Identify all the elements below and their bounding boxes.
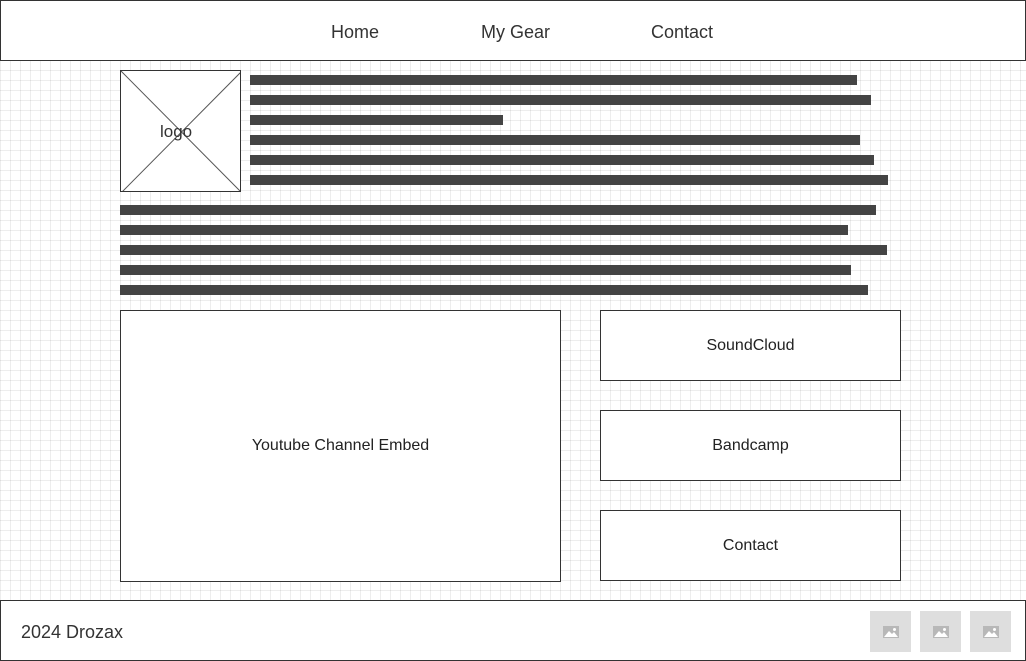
nav-home-link[interactable]: Home [331, 21, 379, 43]
text-line-placeholder [250, 175, 888, 185]
nav-my-gear-link[interactable]: My Gear [481, 21, 550, 43]
contact-label: Contact [722, 536, 779, 554]
contact-link-box[interactable]: Contact [600, 510, 901, 581]
image-icon [932, 625, 949, 638]
soundcloud-link-box[interactable]: SoundCloud [600, 310, 901, 381]
header-nav-bar: Home My Gear Contact [0, 0, 1026, 61]
footer: 2024 Drozax [0, 600, 1026, 661]
bandcamp-label: Bandcamp [712, 436, 789, 454]
social-image-link[interactable] [920, 611, 961, 652]
text-line-placeholder [120, 225, 848, 235]
text-line-placeholder [250, 115, 503, 125]
copyright-text: 2024 Drozax [21, 622, 124, 642]
text-line-placeholder [120, 205, 876, 215]
image-icon [982, 625, 999, 638]
youtube-embed[interactable]: Youtube Channel Embed [120, 310, 561, 582]
nav-contact-link[interactable]: Contact [651, 21, 713, 43]
text-line-placeholder [120, 245, 887, 255]
text-line-placeholder [250, 135, 860, 145]
logo-label: logo [160, 122, 193, 141]
image-icon [882, 625, 899, 638]
text-line-placeholder [250, 155, 874, 165]
text-line-placeholder [250, 75, 857, 85]
text-line-placeholder [120, 265, 851, 275]
logo-placeholder: logo [120, 70, 241, 192]
bandcamp-link-box[interactable]: Bandcamp [600, 410, 901, 481]
social-image-link[interactable] [970, 611, 1011, 652]
text-line-placeholder [120, 285, 868, 295]
social-image-link[interactable] [870, 611, 911, 652]
soundcloud-label: SoundCloud [706, 336, 795, 354]
text-line-placeholder [250, 95, 871, 105]
youtube-embed-label: Youtube Channel Embed [251, 437, 430, 454]
